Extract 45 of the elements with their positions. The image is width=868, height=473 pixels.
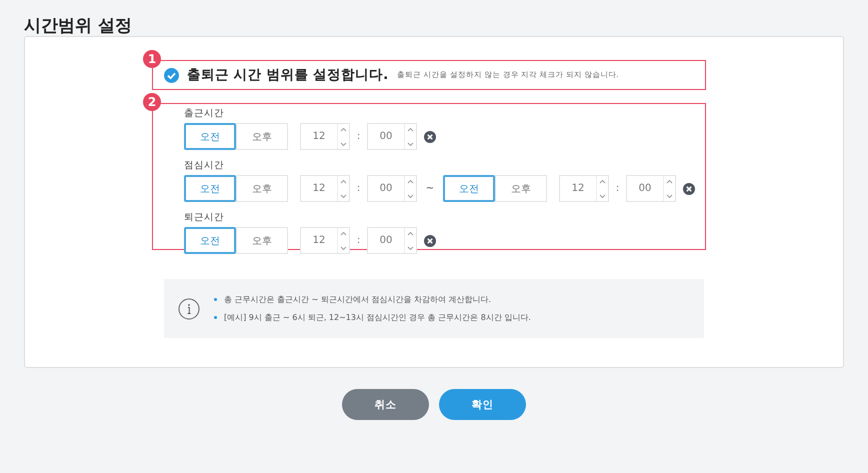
period-tab[interactable]: 오후 <box>236 175 288 202</box>
period-tab[interactable]: 오전 <box>184 123 236 150</box>
colon-separator: : <box>356 235 362 246</box>
hour-spinner[interactable]: 12 <box>300 123 350 150</box>
minute-spinner[interactable]: 00 <box>367 175 417 202</box>
hour-spinner[interactable]: 12 <box>559 175 609 202</box>
range-separator: ~ <box>424 183 436 194</box>
clear-icon[interactable] <box>424 234 436 246</box>
period-tab[interactable]: 오후 <box>236 227 288 254</box>
spin-arrows-icon[interactable] <box>599 178 606 200</box>
cancel-button[interactable]: 취소 <box>342 389 429 420</box>
minute-spinner[interactable]: 00 <box>367 123 417 150</box>
spin-arrows-icon[interactable] <box>340 178 347 200</box>
spin-arrows-icon[interactable] <box>340 126 347 148</box>
spin-arrows-icon[interactable] <box>340 230 347 252</box>
clear-icon[interactable] <box>683 182 695 194</box>
colon-separator: : <box>356 131 362 142</box>
hour-spinner[interactable]: 12 <box>300 227 350 254</box>
annotation-badge: 1 <box>143 50 161 68</box>
period-tab[interactable]: 오후 <box>495 175 547 202</box>
colon-separator: : <box>614 183 620 194</box>
minute-spinner[interactable]: 00 <box>367 227 417 254</box>
check-icon[interactable] <box>164 68 179 82</box>
spin-arrows-icon[interactable] <box>407 178 414 200</box>
hour-spinner[interactable]: 12 <box>300 175 350 202</box>
note-text: [예시] 9시 출근 ~ 6시 퇴근, 12~13시 점심시간인 경우 총 근무시간은 8시간 입니다. <box>224 312 531 323</box>
setting-label: 출퇴근 시간 범위를 설정합니다. <box>187 66 388 84</box>
confirm-button[interactable]: 확인 <box>439 389 526 420</box>
time-label: 점심시간 <box>184 159 225 172</box>
spin-arrows-icon[interactable] <box>407 126 414 148</box>
period-tab[interactable]: 오후 <box>236 123 288 150</box>
time-label: 출근시간 <box>184 107 225 120</box>
minute-spinner[interactable]: 00 <box>626 175 676 202</box>
clear-icon[interactable] <box>424 130 436 142</box>
page-title: 시간범위 설정 <box>23 15 133 36</box>
period-tab[interactable]: 오전 <box>443 175 495 202</box>
annotation-badge: 2 <box>143 93 161 111</box>
note-text: 총 근무시간은 출근시간 ~ 퇴근시간에서 점심시간을 차감하여 계산합니다. <box>224 294 492 305</box>
period-tab[interactable]: 오전 <box>184 175 236 202</box>
colon-separator: : <box>356 183 362 194</box>
period-tab[interactable]: 오전 <box>184 227 236 254</box>
info-icon <box>178 298 200 320</box>
spin-arrows-icon[interactable] <box>407 230 414 252</box>
time-label: 퇴근시간 <box>184 211 225 224</box>
spin-arrows-icon[interactable] <box>666 178 673 200</box>
